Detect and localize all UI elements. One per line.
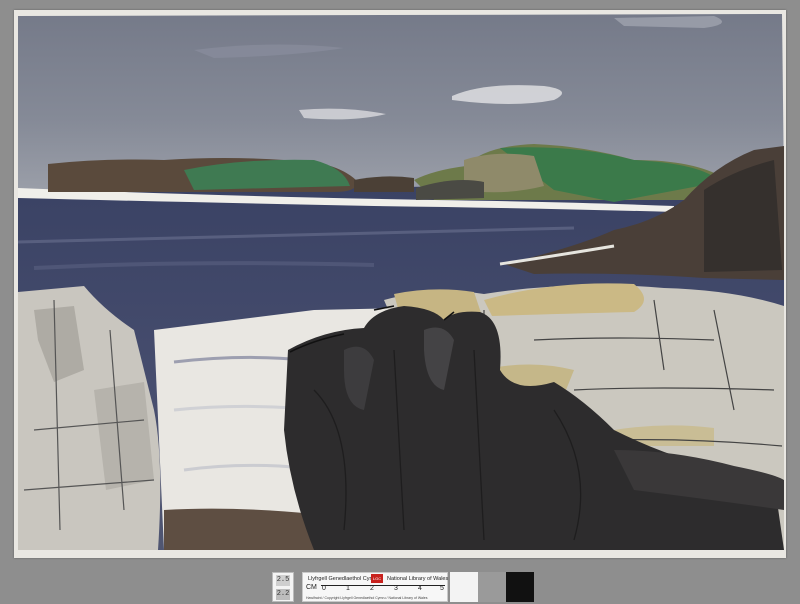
ruler-tick: 0: [322, 585, 326, 592]
grey-swatch: [478, 572, 506, 602]
sea-streak-3: [173, 355, 305, 364]
sea-streak-4: [173, 404, 295, 412]
library-logo: LGC: [371, 574, 383, 583]
painting-canvas: [17, 14, 784, 550]
sea-streak-5: [183, 463, 305, 472]
ruler-tick: 2: [370, 585, 374, 592]
density-value-bottom: 2.2: [276, 589, 290, 600]
left-rock-base: [164, 508, 324, 550]
black-swatch: [506, 572, 534, 602]
ruler-tick: 1: [346, 585, 350, 592]
density-patch: 2.5 2.2: [272, 572, 294, 602]
cm-ruler: [321, 585, 445, 595]
island-small: [354, 176, 414, 192]
copyright-note: Hawlfraint / Copyright Llyfrgell Genedla…: [306, 596, 428, 600]
ruler-unit: CM: [306, 584, 317, 591]
ruler-tick: 3: [394, 585, 398, 592]
ruler-tick: 5: [440, 585, 444, 592]
library-name-english: National Library of Wales: [387, 576, 449, 582]
watercolor-painting: [14, 10, 786, 558]
library-name-welsh: Llyfrgell Genedlaethol Cymru: [308, 576, 379, 582]
density-value-top: 2.5: [276, 575, 290, 586]
library-label: Llyfrgell Genedlaethol Cymru LGC Nationa…: [302, 572, 448, 602]
white-swatch: [450, 572, 478, 602]
ruler-tick: 4: [418, 585, 422, 592]
